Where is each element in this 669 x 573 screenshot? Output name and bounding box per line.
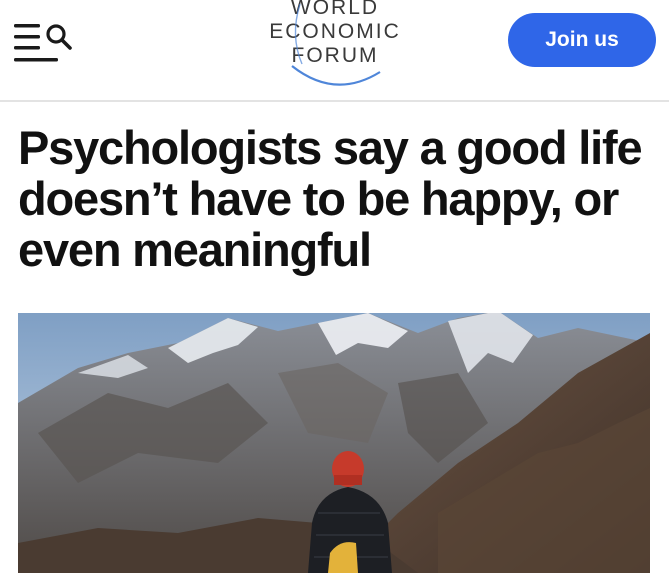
join-us-button[interactable]: Join us xyxy=(508,13,656,67)
logo-line-1: WORLD xyxy=(291,0,379,19)
logo-line-2: ECONOMIC xyxy=(269,20,401,43)
logo-line-3: FORUM xyxy=(292,44,379,67)
hero-image xyxy=(18,313,650,573)
search-icon xyxy=(46,24,72,50)
wef-logo[interactable]: WORLD ECONOMIC FORUM xyxy=(230,0,440,92)
logo-swoosh xyxy=(291,65,381,86)
menu-search-button[interactable] xyxy=(14,18,76,64)
article-headline: Psychologists say a good life doesn’t ha… xyxy=(18,121,643,276)
site-header: WORLD ECONOMIC FORUM Join us xyxy=(0,0,669,102)
mountain-hiker-image xyxy=(18,313,650,573)
